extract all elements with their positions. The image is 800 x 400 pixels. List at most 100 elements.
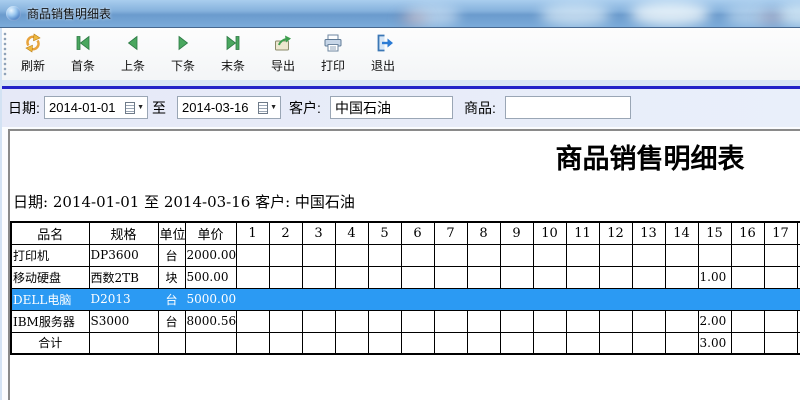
toolbar-button-label: 退出 (371, 57, 395, 74)
calendar-icon (125, 102, 135, 114)
day-cell (368, 266, 401, 288)
spec-cell: S3000 (89, 310, 158, 332)
product-label: 商品: (464, 97, 496, 119)
blurred-area (540, 4, 610, 26)
table-row[interactable]: IBM服务器S3000台8000.562.00 (11, 310, 800, 332)
refresh-button[interactable]: 刷新 (10, 30, 56, 78)
day-cell (401, 310, 434, 332)
exit-button[interactable]: 退出 (360, 30, 406, 78)
report-table: 品名规格单位单价123456789101112131415161718打印机DP… (10, 221, 800, 355)
total-row[interactable]: 合计 3.00 (11, 332, 800, 354)
report-subtitle: 日期: 2014-01-01 至 2014-03-16 客户: 中国石油 (13, 191, 355, 212)
day-cell (566, 244, 599, 266)
first-record-icon (72, 32, 94, 54)
day-cell (302, 244, 335, 266)
day-cell (566, 288, 599, 310)
day-cell (764, 332, 797, 354)
day-cell (500, 332, 533, 354)
report-title: 商品销售明细表 (556, 137, 745, 176)
day-cell (731, 244, 764, 266)
day-cell (632, 288, 665, 310)
day-cell (269, 288, 302, 310)
day-cell (533, 332, 566, 354)
spec-cell (89, 332, 158, 354)
day-cell (698, 244, 731, 266)
product-input[interactable] (505, 96, 631, 119)
last-record-icon (222, 32, 244, 54)
day-column-header: 17 (764, 222, 797, 244)
day-cell (500, 310, 533, 332)
window-title: 商品销售明细表 (27, 5, 111, 22)
day-cell (500, 266, 533, 288)
column-header: 单价 (185, 222, 236, 244)
table-row[interactable]: DELL电脑D2013台5000.00 (11, 288, 800, 310)
day-cell (236, 288, 269, 310)
price-cell (185, 332, 236, 354)
date-to-picker[interactable]: 2014-03-16 ▼ (177, 96, 281, 119)
toolbar-grip[interactable] (3, 32, 8, 76)
day-cell: 3.00 (698, 332, 731, 354)
day-cell (236, 310, 269, 332)
dropdown-arrow-icon[interactable]: ▼ (137, 103, 144, 113)
day-cell (764, 266, 797, 288)
print-button[interactable]: 打印 (310, 30, 356, 78)
day-cell (467, 288, 500, 310)
day-cell (698, 288, 731, 310)
day-cell (731, 266, 764, 288)
table-header-row: 品名规格单位单价123456789101112131415161718 (11, 222, 800, 244)
day-cell (434, 244, 467, 266)
date-to-value: 2014-03-16 (182, 100, 258, 115)
unit-cell: 台 (158, 244, 185, 266)
day-cell (533, 310, 566, 332)
day-cell (302, 288, 335, 310)
first-record-button[interactable]: 首条 (60, 30, 106, 78)
unit-cell: 块 (158, 266, 185, 288)
day-cell (368, 288, 401, 310)
toolbar-button-label: 首条 (71, 57, 95, 74)
spec-cell: 西数2TB (89, 266, 158, 288)
column-header: 品名 (11, 222, 89, 244)
table-row[interactable]: 移动硬盘西数2TB块500.001.00 (11, 266, 800, 288)
customer-input[interactable] (330, 96, 453, 119)
exit-icon (372, 32, 394, 54)
price-cell: 8000.56 (185, 310, 236, 332)
last-record-button[interactable]: 末条 (210, 30, 256, 78)
previous-record-icon (122, 32, 144, 54)
calendar-icon (258, 102, 268, 114)
day-cell (302, 332, 335, 354)
day-cell (599, 244, 632, 266)
day-cell (632, 266, 665, 288)
day-cell (566, 332, 599, 354)
day-cell (302, 266, 335, 288)
customer-label: 客户: (289, 97, 321, 119)
day-cell (467, 244, 500, 266)
day-cell (434, 288, 467, 310)
dropdown-arrow-icon[interactable]: ▼ (270, 103, 277, 113)
toolbar-button-label: 导出 (271, 57, 295, 74)
day-cell (467, 310, 500, 332)
previous-record-button[interactable]: 上条 (110, 30, 156, 78)
toolbar-button-label: 上条 (121, 57, 145, 74)
spec-cell: DP3600 (89, 244, 158, 266)
day-cell (236, 244, 269, 266)
day-cell (401, 244, 434, 266)
table-row[interactable]: 打印机DP3600台2000.00 (11, 244, 800, 266)
blurred-area (398, 14, 428, 24)
toolbar: 刷新 首条 上条 下条 末条 导出 (0, 28, 800, 80)
date-from-picker[interactable]: 2014-01-01 ▼ (44, 96, 148, 119)
day-column-header: 10 (533, 222, 566, 244)
day-cell (599, 266, 632, 288)
name-cell: 合计 (11, 332, 89, 354)
export-button[interactable]: 导出 (260, 30, 306, 78)
day-cell (731, 310, 764, 332)
day-cell (665, 288, 698, 310)
name-cell: DELL电脑 (11, 288, 89, 310)
next-record-button[interactable]: 下条 (160, 30, 206, 78)
day-column-header: 13 (632, 222, 665, 244)
day-column-header: 2 (269, 222, 302, 244)
blurred-area (630, 2, 710, 26)
day-cell: 2.00 (698, 310, 731, 332)
day-cell (434, 266, 467, 288)
name-cell: 打印机 (11, 244, 89, 266)
day-cell (599, 288, 632, 310)
